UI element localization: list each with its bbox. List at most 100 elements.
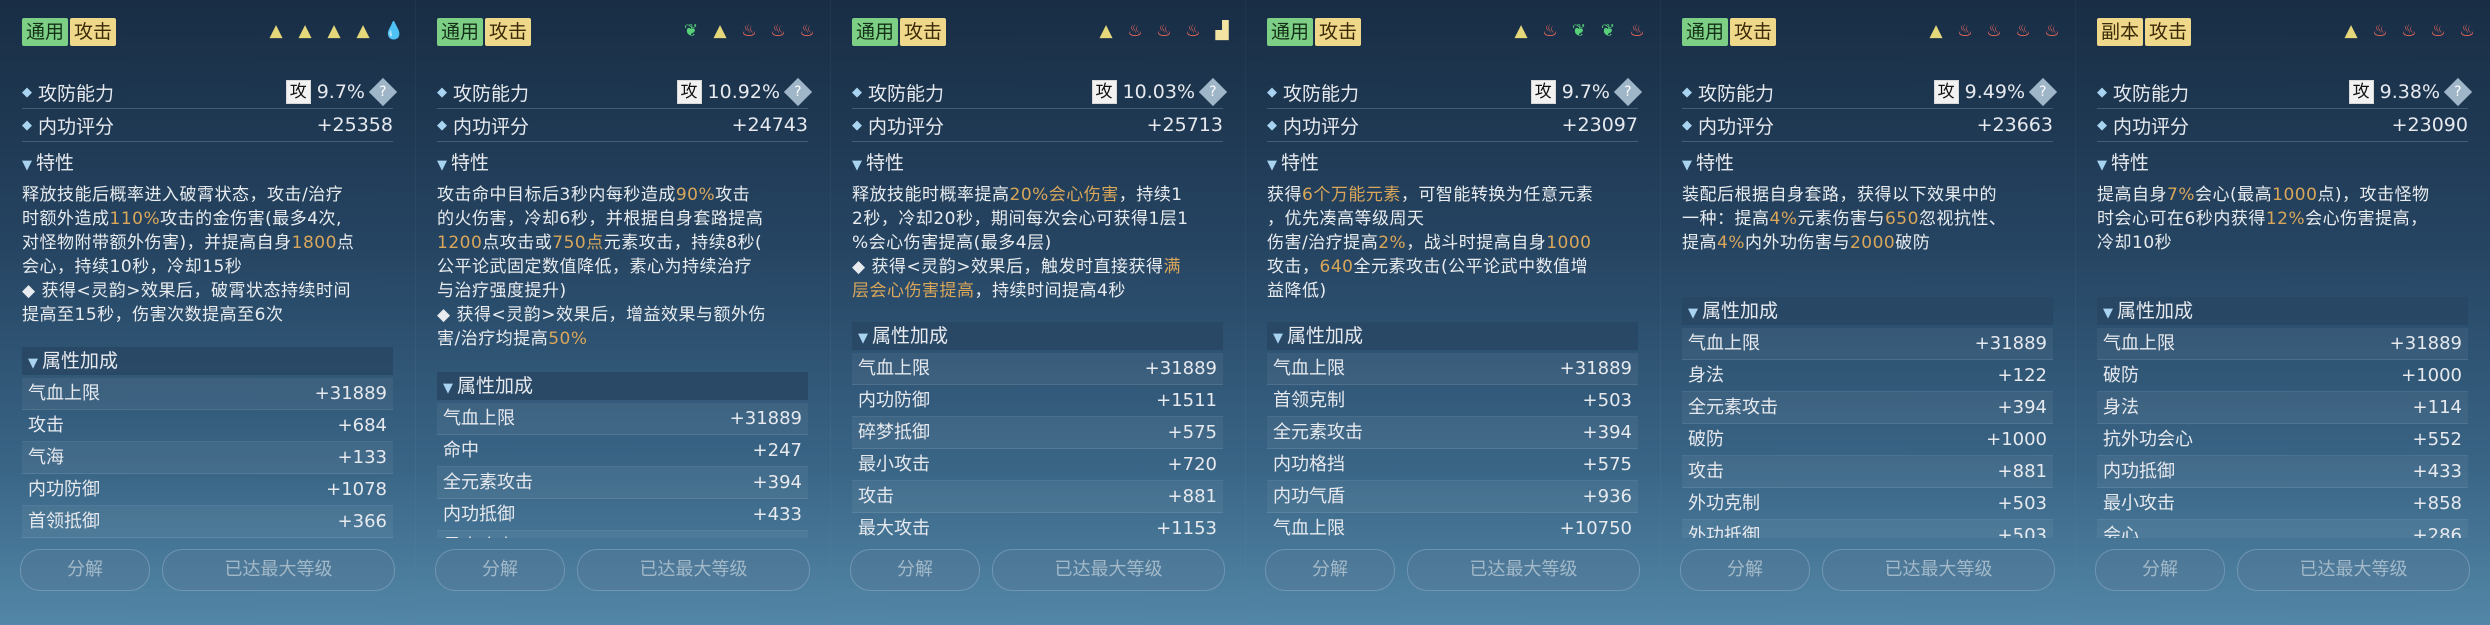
- max-level-button[interactable]: 已达最大等级: [992, 549, 1225, 591]
- attribute-header[interactable]: ▼ 属性加成: [852, 322, 1223, 350]
- score-row: ◆ 内功评分 +23663: [1682, 110, 2053, 142]
- attribute-value: +503: [1997, 493, 2047, 514]
- attribute-name: 气血上限: [28, 383, 100, 404]
- fire-gem-icon[interactable]: ♨: [798, 21, 816, 41]
- max-level-button[interactable]: 已达最大等级: [1822, 549, 2055, 591]
- trait-header[interactable]: ▼ 特性: [852, 149, 1223, 177]
- attribute-name: 内功抵御: [2103, 461, 2175, 482]
- fire-gem-icon[interactable]: ♨: [1985, 21, 2003, 41]
- expand-triangle-icon: ▼: [443, 381, 453, 396]
- score-value: +25713: [1146, 114, 1223, 136]
- triangle-gem-icon[interactable]: ▲: [1512, 21, 1530, 41]
- leaf-gem-icon[interactable]: ❦: [682, 21, 700, 41]
- help-icon[interactable]: ?: [368, 77, 398, 107]
- attribute-list: 气血上限 +31889 内功防御 +1511 碎梦抵御 +575 最小攻击 +720 攻击 +88…: [852, 353, 1223, 538]
- triangle-gem-icon[interactable]: ▲: [1097, 21, 1115, 41]
- triangle-gem-icon[interactable]: ▲: [267, 21, 285, 41]
- max-level-button[interactable]: 已达最大等级: [2237, 549, 2470, 591]
- help-icon[interactable]: ?: [1198, 77, 1228, 107]
- highlight-text: 1800: [291, 233, 337, 253]
- max-level-button[interactable]: 已达最大等级: [577, 549, 810, 591]
- triangle-gem-icon[interactable]: ▲: [2342, 21, 2360, 41]
- leaf-gem-icon[interactable]: ❦: [1599, 21, 1617, 41]
- decompose-button[interactable]: 分解: [2095, 549, 2225, 591]
- fire-gem-icon[interactable]: ♨: [769, 21, 787, 41]
- attack-badge: 攻: [1933, 80, 1959, 104]
- attribute-header[interactable]: ▼ 属性加成: [2097, 297, 2468, 325]
- help-icon[interactable]: ?: [2028, 77, 2058, 107]
- decompose-button[interactable]: 分解: [850, 549, 980, 591]
- attribute-row: 首领克制 +503: [1267, 385, 1638, 417]
- text-segment: ◆ 获得<灵韵>效果后，触发时直接获得: [852, 257, 1164, 277]
- ability-row: ◆ 攻防能力 攻 9.38%?: [2097, 77, 2473, 109]
- trait-header[interactable]: ▼ 特性: [1682, 149, 2053, 177]
- equipment-panel: 通用 攻击 ❦ ▲ ♨ ♨ ♨ ◆ 攻防能力攻 10.92%? ◆ 内功评分 +24743 ▼ 特性 攻击命中…: [415, 0, 831, 625]
- fire-gem-icon[interactable]: ♨: [2043, 21, 2061, 41]
- trait-header[interactable]: ▼ 特性: [22, 149, 393, 177]
- attribute-row: 碎梦抵御 +575: [852, 417, 1223, 449]
- attribute-header[interactable]: ▼ 属性加成: [437, 372, 808, 400]
- fire-gem-icon[interactable]: ♨: [2371, 21, 2389, 41]
- boot-gem-icon[interactable]: ▟: [1213, 21, 1231, 41]
- water-gem-icon[interactable]: 💧: [383, 21, 404, 41]
- fire-gem-icon[interactable]: ♨: [1541, 21, 1559, 41]
- attribute-value: +1153: [1156, 518, 1217, 538]
- attribute-header[interactable]: ▼ 属性加成: [22, 347, 393, 375]
- max-level-button[interactable]: 已达最大等级: [1407, 549, 1640, 591]
- text-segment: 攻击的金伤害(最多4次,: [160, 209, 342, 229]
- attribute-name: 气血上限: [2103, 333, 2175, 354]
- decompose-button[interactable]: 分解: [1680, 549, 1810, 591]
- tag-group: 通用 攻击: [437, 18, 532, 46]
- attribute-value: +552: [2412, 429, 2462, 450]
- text-segment: 时额外造成: [22, 209, 110, 229]
- description-line: 装配后根据自身套路，获得以下效果中的: [1682, 183, 2061, 207]
- help-icon[interactable]: ?: [1613, 77, 1643, 107]
- description-line: 害/治疗均提高50%: [437, 327, 816, 351]
- triangle-gem-icon[interactable]: ▲: [1927, 21, 1945, 41]
- text-segment: 装配后根据自身套路，获得以下效果中的: [1682, 185, 1997, 205]
- trait-header[interactable]: ▼ 特性: [2097, 149, 2468, 177]
- fire-gem-icon[interactable]: ♨: [1956, 21, 1974, 41]
- fire-gem-icon[interactable]: ♨: [2458, 21, 2476, 41]
- attribute-name: 气血上限: [1273, 518, 1345, 538]
- attribute-value: +394: [1997, 397, 2047, 418]
- trait-header[interactable]: ▼ 特性: [1267, 149, 1638, 177]
- max-level-button[interactable]: 已达最大等级: [162, 549, 395, 591]
- ability-percent: 10.92%: [707, 81, 780, 103]
- triangle-gem-icon[interactable]: ▲: [711, 21, 729, 41]
- attribute-header[interactable]: ▼ 属性加成: [1267, 322, 1638, 350]
- text-segment: ◆ 获得<灵韵>效果后，破霄状态持续时间: [22, 281, 351, 301]
- decompose-button[interactable]: 分解: [435, 549, 565, 591]
- description-line: 提高4%内外功伤害与2000破防: [1682, 231, 2061, 255]
- ability-label: 攻防能力: [38, 82, 115, 105]
- triangle-gem-icon[interactable]: ▲: [354, 21, 372, 41]
- fire-gem-icon[interactable]: ♨: [1628, 21, 1646, 41]
- attribute-value: +114: [2412, 397, 2462, 418]
- fire-gem-icon[interactable]: ♨: [2400, 21, 2418, 41]
- attribute-name: 最大攻击: [858, 518, 930, 538]
- fire-gem-icon[interactable]: ♨: [1126, 21, 1144, 41]
- score-row: ◆ 内功评分 +25358: [22, 110, 393, 142]
- attribute-value: +881: [1167, 486, 1217, 507]
- fire-gem-icon[interactable]: ♨: [740, 21, 758, 41]
- text-segment: 点: [336, 233, 355, 253]
- fire-gem-icon[interactable]: ♨: [2429, 21, 2447, 41]
- fire-gem-icon[interactable]: ♨: [2014, 21, 2032, 41]
- decompose-button[interactable]: 分解: [1265, 549, 1395, 591]
- attribute-name: 气血上限: [1273, 358, 1345, 379]
- fire-gem-icon[interactable]: ♨: [1184, 21, 1202, 41]
- text-segment: 内外功伤害与: [1744, 233, 1850, 253]
- help-icon[interactable]: ?: [2443, 77, 2473, 107]
- diamond-bullet-icon: ◆: [1267, 117, 1277, 133]
- attribute-name: 内功格挡: [1273, 454, 1345, 475]
- attribute-header[interactable]: ▼ 属性加成: [1682, 297, 2053, 325]
- help-icon[interactable]: ?: [783, 77, 813, 107]
- triangle-gem-icon[interactable]: ▲: [325, 21, 343, 41]
- triangle-gem-icon[interactable]: ▲: [296, 21, 314, 41]
- trait-description: 释放技能时概率提高20%会心伤害，持续1 2秒，冷却20秒，期间每次会心可获得1层…: [852, 183, 1231, 303]
- fire-gem-icon[interactable]: ♨: [1155, 21, 1173, 41]
- equipment-panel: 通用 攻击 ▲ ♨ ♨ ♨ ▟ ◆ 攻防能力 攻 10.03%? ◆ 内功评分 +25713 ▼ 特性 释放技能…: [830, 0, 1246, 625]
- decompose-button[interactable]: 分解: [20, 549, 150, 591]
- leaf-gem-icon[interactable]: ❦: [1570, 21, 1588, 41]
- trait-header[interactable]: ▼ 特性: [437, 149, 808, 177]
